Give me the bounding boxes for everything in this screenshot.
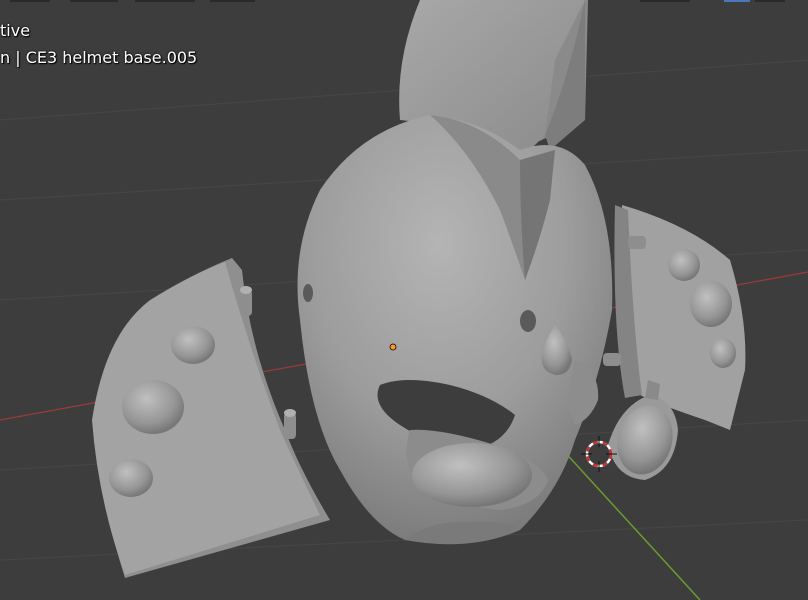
left-cheek-plate[interactable] xyxy=(92,258,330,578)
3d-viewport[interactable]: tive n | CE3 helmet base.005 xyxy=(0,0,808,600)
viewport-mode-text: tive xyxy=(0,21,31,40)
helmet-shell[interactable] xyxy=(297,115,613,545)
object-origin-icon xyxy=(389,343,397,351)
viewport-object-text: n | CE3 helmet base.005 xyxy=(0,48,198,67)
right-cheek-plate[interactable] xyxy=(603,205,746,430)
viewport-scene xyxy=(0,0,808,600)
